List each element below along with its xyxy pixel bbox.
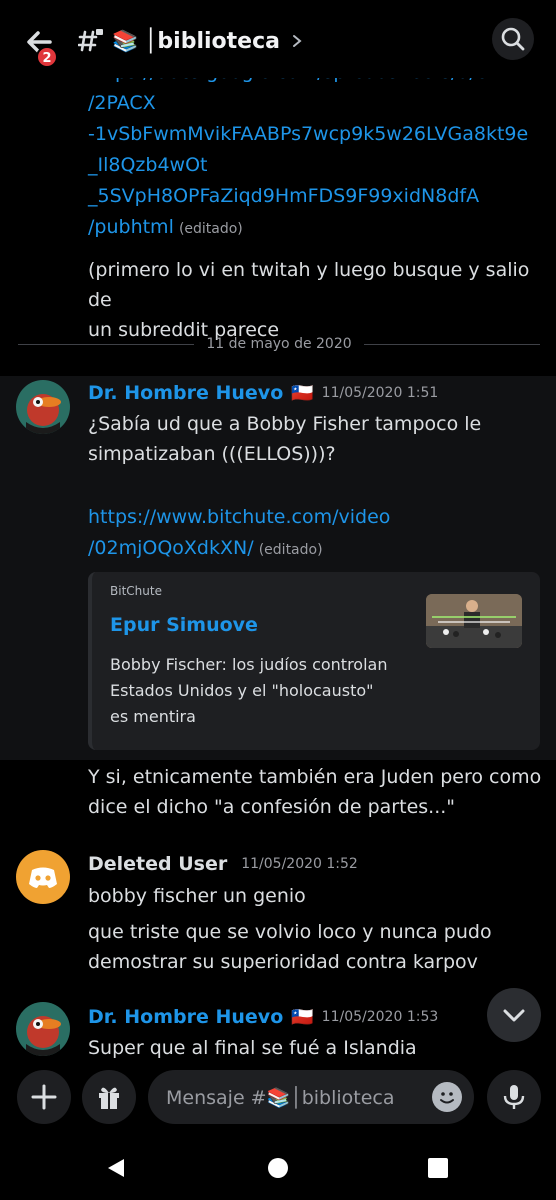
timestamp: 11/05/2020 1:51 bbox=[321, 385, 439, 401]
avatar[interactable] bbox=[16, 1002, 70, 1056]
chevron-right-icon bbox=[292, 35, 302, 47]
embed-description: Bobby Fischer: los judíos controlan Esta… bbox=[110, 655, 388, 726]
message-composer: Mensaje #📚│biblioteca bbox=[0, 1060, 556, 1136]
message-body: ¿Sabía ud que a Bobby Fisher tampoco le … bbox=[88, 409, 548, 564]
chevron-down-icon bbox=[503, 1009, 525, 1022]
message-text-line: que triste que se volvio loco y nunca pu… bbox=[88, 921, 492, 943]
message-link-line[interactable]: _Il8Qzb4wOt bbox=[88, 150, 548, 181]
unread-badge: 2 bbox=[36, 46, 58, 68]
message-link-line[interactable]: -1vSbFwmMvikFAABPs7wcp9k5w26LVGa8kt9e bbox=[88, 119, 548, 150]
username[interactable]: Dr. Hombre Huevo bbox=[88, 382, 283, 404]
message-text-line: ¿Sabía ud que a Bobby Fisher tampoco le bbox=[88, 413, 482, 435]
date-divider: 11 de mayo de 2020 bbox=[18, 332, 540, 356]
timestamp: 11/05/2020 1:52 bbox=[241, 856, 358, 872]
date-divider-label: 11 de mayo de 2020 bbox=[206, 336, 352, 352]
flag-emoji: 🇨🇱 bbox=[291, 1006, 314, 1028]
edited-label: (editado) bbox=[178, 221, 243, 237]
message-link-line[interactable]: /02mjOQoXdkXN/ bbox=[88, 537, 254, 559]
edited-label: (editado) bbox=[258, 542, 323, 558]
embed-title[interactable]: Epur Simuove bbox=[110, 614, 258, 636]
avatar[interactable] bbox=[16, 380, 70, 434]
message-link-line[interactable]: /pubhtml bbox=[88, 216, 174, 238]
message-link-line[interactable]: /2PACX bbox=[88, 88, 548, 119]
message-text-line: Y si, etnicamente también era Juden pero… bbox=[88, 766, 542, 788]
gift-button[interactable] bbox=[82, 1070, 136, 1124]
channel-title-button[interactable]: 📚 │biblioteca bbox=[112, 24, 304, 58]
channel-emoji: 📚 bbox=[112, 28, 139, 53]
message-text-line: simpatizaban (((ELLOS)))? bbox=[88, 443, 336, 465]
message-link-line[interactable]: _5SVpH8OPFaZiqd9HmFDS9F99xidN8dfA bbox=[88, 181, 548, 212]
message-header: Dr. Hombre Huevo 🇨🇱 11/05/2020 1:53 bbox=[88, 1006, 438, 1028]
divider-line bbox=[363, 343, 540, 345]
search-icon bbox=[501, 27, 525, 51]
message-body: Super que al final se fué a Islandia bbox=[88, 1033, 548, 1060]
message-previous: https://docs.google.com/spreadsheets/d/e… bbox=[88, 60, 548, 345]
discord-logo-icon bbox=[29, 867, 57, 888]
message-header: Deleted User 11/05/2020 1:52 bbox=[88, 853, 358, 875]
voice-message-button[interactable] bbox=[487, 1070, 541, 1124]
embed-provider[interactable]: BitChute bbox=[110, 584, 162, 598]
attach-button[interactable] bbox=[17, 1070, 71, 1124]
emoji-button[interactable] bbox=[432, 1082, 462, 1112]
channel-header: 2 📚 │biblioteca bbox=[0, 0, 556, 78]
username[interactable]: Deleted User bbox=[88, 853, 227, 875]
username[interactable]: Dr. Hombre Huevo bbox=[88, 1006, 283, 1028]
system-navigation-bar bbox=[0, 1136, 556, 1200]
jump-to-bottom-button[interactable] bbox=[487, 988, 541, 1042]
embed-thumbnail[interactable] bbox=[426, 594, 522, 648]
message-list[interactable]: https://docs.google.com/spreadsheets/d/e… bbox=[0, 60, 556, 1060]
message-input-placeholder: Mensaje #📚│biblioteca bbox=[166, 1087, 395, 1109]
nav-recents-icon[interactable] bbox=[427, 1157, 449, 1179]
nav-home-icon[interactable] bbox=[267, 1157, 289, 1179]
hash-lock-icon bbox=[77, 26, 104, 54]
plus-icon bbox=[31, 1084, 57, 1110]
message-text-line: Super que al final se fué a Islandia bbox=[88, 1037, 417, 1059]
gift-icon bbox=[99, 1087, 119, 1109]
message-input[interactable]: Mensaje #📚│biblioteca bbox=[148, 1070, 474, 1124]
timestamp: 11/05/2020 1:53 bbox=[321, 1009, 439, 1025]
channel-name: │biblioteca bbox=[144, 28, 280, 54]
nav-back-icon[interactable] bbox=[104, 1156, 128, 1180]
message-header: Dr. Hombre Huevo 🇨🇱 11/05/2020 1:51 bbox=[88, 382, 438, 404]
flag-emoji: 🇨🇱 bbox=[291, 382, 314, 404]
divider-line bbox=[18, 343, 195, 345]
message-link-line[interactable]: https://www.bitchute.com/video bbox=[88, 502, 548, 533]
message-text-line: demostrar su superioridad contra karpov bbox=[88, 951, 478, 973]
microphone-icon bbox=[503, 1085, 525, 1109]
emoji-icon bbox=[440, 1092, 454, 1104]
message-body: bobby fischer un genio que triste que se… bbox=[88, 881, 548, 977]
link-embed[interactable]: BitChute Epur Simuove Bobby Fischer: los… bbox=[88, 572, 540, 750]
message-followup: Y si, etnicamente también era Juden pero… bbox=[88, 762, 548, 822]
search-button[interactable] bbox=[492, 18, 534, 60]
message-text-line: (primero lo vi en twitah y luego busque … bbox=[88, 259, 530, 311]
message-text-line: dice el dicho "a confesión de partes..." bbox=[88, 796, 456, 818]
avatar[interactable] bbox=[16, 850, 70, 904]
message-text-line: bobby fischer un genio bbox=[88, 885, 306, 907]
